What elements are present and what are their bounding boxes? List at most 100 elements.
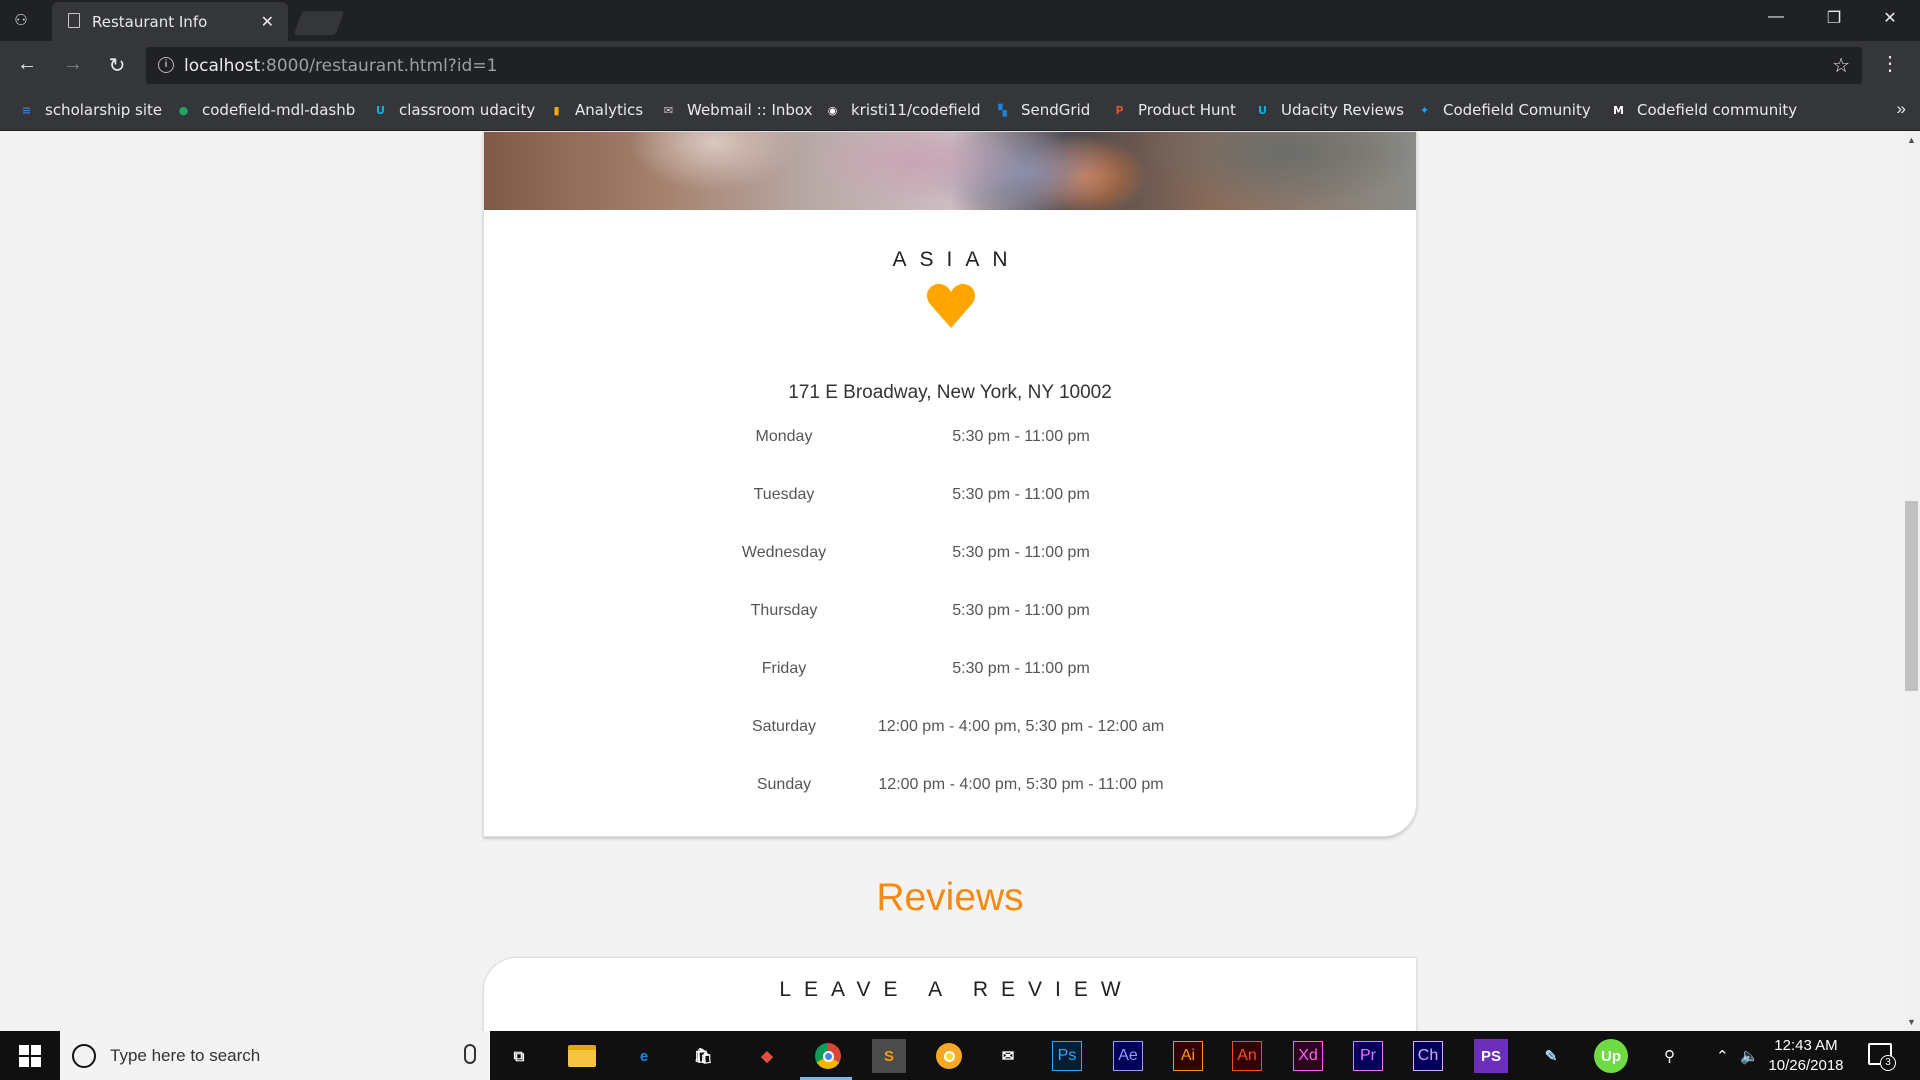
- reload-icon[interactable]: ↻: [104, 53, 130, 78]
- hours-row: Monday 5:30 pm - 11:00 pm: [484, 428, 1416, 458]
- bookmark-item[interactable]: M Codefield community: [1610, 99, 1797, 121]
- favorite-heart-icon[interactable]: [926, 284, 976, 328]
- bookmarks-bar: ≡ scholarship site ● codefield-mdl-dashb Ucl…: [0, 90, 1920, 131]
- page-viewport: ASIAN 171 E Broadway, New York, NY 10002…: [0, 131, 1920, 1031]
- bookmark-item[interactable]: U Udacity Reviews: [1254, 99, 1404, 121]
- minimize-button[interactable]: —: [1756, 8, 1796, 26]
- sublime-icon[interactable]: S: [872, 1039, 906, 1073]
- file-explorer-icon[interactable]: [565, 1039, 599, 1073]
- restaurant-photo: [484, 132, 1416, 210]
- clock-time: 12:43 AM: [1774, 1037, 1838, 1054]
- twitter-icon: ✦: [1419, 103, 1430, 117]
- mail-app-icon[interactable]: ✉: [991, 1039, 1025, 1073]
- back-icon[interactable]: ←: [14, 53, 40, 76]
- hours-time: 5:30 pm - 11:00 pm: [952, 428, 1090, 445]
- illustrator-icon[interactable]: Ai: [1173, 1041, 1203, 1071]
- close-window-button[interactable]: ✕: [1870, 8, 1910, 28]
- mail-icon: ✉: [663, 103, 674, 117]
- restaurant-address: 171 E Broadway, New York, NY 10002: [788, 382, 1112, 403]
- menu-icon[interactable]: ⋮: [1880, 51, 1900, 76]
- bookmark-label: codefield-mdl-dashb: [202, 101, 356, 119]
- scrollbar-thumb[interactable]: [1905, 501, 1918, 691]
- udacity-icon: U: [376, 103, 385, 117]
- bookmark-item[interactable]: ● codefield-mdl-dashb: [175, 99, 356, 121]
- store-icon[interactable]: 🛍: [686, 1039, 720, 1073]
- bookmarks-overflow-icon[interactable]: »: [1897, 99, 1906, 119]
- analytics-icon: ▮: [553, 103, 560, 117]
- hours-time: 12:00 pm - 4:00 pm, 5:30 pm - 11:00 pm: [878, 776, 1164, 793]
- tab-title: Restaurant Info: [92, 13, 208, 31]
- task-view-icon[interactable]: ⧉: [502, 1039, 536, 1073]
- new-tab-button[interactable]: [293, 11, 345, 35]
- bookmark-label: classroom udacity: [399, 101, 536, 119]
- character-animator-icon[interactable]: Ch: [1413, 1041, 1443, 1071]
- bookmark-item[interactable]: P Product Hunt: [1111, 99, 1236, 121]
- notepad-icon[interactable]: ✎: [1534, 1039, 1568, 1073]
- leave-review-heading: LEAVE A REVIEW: [779, 978, 1134, 1001]
- leave-review-card: LEAVE A REVIEW: [483, 957, 1417, 1031]
- bookmark-label: Udacity Reviews: [1281, 101, 1404, 119]
- bookmark-item[interactable]: Uclassroom udacity: [372, 99, 535, 121]
- photoshop-icon[interactable]: Ps: [1052, 1041, 1082, 1071]
- page-scrollbar[interactable]: ▲ ▼: [1903, 131, 1920, 1031]
- hours-row: Thursday 5:30 pm - 11:00 pm: [484, 602, 1416, 632]
- page-icon: [68, 13, 80, 28]
- taskbar-clock[interactable]: 12:43 AM 10/26/2018: [1756, 1036, 1856, 1076]
- animate-icon[interactable]: An: [1232, 1041, 1262, 1071]
- medium-icon: M: [1613, 103, 1624, 117]
- bookmark-label: Codefield Comunity: [1443, 101, 1591, 119]
- browser-navbar: ← → ↻ i localhost:8000/restaurant.html?i…: [0, 41, 1920, 90]
- hours-row: Wednesday 5:30 pm - 11:00 pm: [484, 544, 1416, 574]
- restore-button[interactable]: ❐: [1814, 8, 1854, 28]
- url-text[interactable]: localhost:8000/restaurant.html?id=1: [184, 56, 497, 76]
- address-bar[interactable]: i localhost:8000/restaurant.html?id=1 ☆: [146, 47, 1862, 84]
- bookmark-label: Product Hunt: [1138, 101, 1236, 119]
- taskbar-search[interactable]: Type here to search: [60, 1031, 490, 1080]
- info-icon[interactable]: i: [158, 57, 174, 73]
- bookmark-item[interactable]: ≡ scholarship site: [18, 99, 162, 121]
- git-icon[interactable]: ◆: [750, 1039, 784, 1073]
- bookmark-star-icon[interactable]: ☆: [1832, 53, 1850, 78]
- hours-row: Sunday 12:00 pm - 4:00 pm, 5:30 pm - 11:0…: [484, 776, 1416, 806]
- edge-icon[interactable]: e: [627, 1039, 661, 1073]
- search-placeholder: Type here to search: [110, 1046, 261, 1065]
- tray-chevron-icon[interactable]: ⌃: [1716, 1031, 1729, 1080]
- bookmark-item[interactable]: ◉ kristi11/codefield: [824, 99, 981, 121]
- after-effects-icon[interactable]: Ae: [1113, 1041, 1143, 1071]
- scroll-up-icon[interactable]: ▲: [1907, 135, 1916, 145]
- people-icon[interactable]: ⚲: [1664, 1031, 1675, 1080]
- incognito-icon: ⚇: [14, 12, 28, 29]
- udacity-icon: U: [1258, 103, 1267, 117]
- bookmark-label: scholarship site: [45, 101, 163, 119]
- browser-titlebar: ⚇ Restaurant Info ✕ — ❐ ✕: [0, 0, 1920, 41]
- bookmark-label: Analytics: [575, 101, 644, 119]
- bookmark-item[interactable]: ▚ SendGrid: [994, 99, 1090, 121]
- close-tab-icon[interactable]: ✕: [261, 12, 274, 32]
- bookmark-item[interactable]: ✉ Webmail :: Inbox: [660, 99, 813, 121]
- hours-row: Saturday 12:00 pm - 4:00 pm, 5:30 pm - 12…: [484, 718, 1416, 748]
- clock-date: 10/26/2018: [1768, 1057, 1844, 1074]
- scroll-down-icon[interactable]: ▼: [1907, 1017, 1916, 1027]
- cortana-icon: [72, 1044, 96, 1068]
- github-icon: ◉: [827, 103, 838, 117]
- bookmark-item[interactable]: ✦ Codefield Comunity: [1416, 99, 1591, 121]
- hours-time: 5:30 pm - 11:00 pm: [952, 660, 1090, 677]
- xd-icon[interactable]: Xd: [1293, 1041, 1323, 1071]
- microphone-icon[interactable]: [464, 1044, 476, 1064]
- windows-taskbar: Type here to search ⚲ ⌃ 🔈 12:43 AM 10/26…: [0, 1031, 1920, 1080]
- phpstorm-icon[interactable]: PS: [1474, 1039, 1508, 1073]
- bookmark-label: Webmail :: Inbox: [687, 101, 813, 119]
- windows-logo-icon: [19, 1044, 41, 1067]
- tab-restaurant-info[interactable]: Restaurant Info ✕: [52, 2, 288, 41]
- bookmark-item[interactable]: ▮ Analytics: [548, 99, 643, 121]
- forward-icon[interactable]: →: [60, 53, 86, 76]
- start-button[interactable]: [0, 1031, 60, 1080]
- premiere-icon[interactable]: Pr: [1353, 1041, 1383, 1071]
- reviews-heading: Reviews: [876, 876, 1024, 919]
- restaurant-card: ASIAN 171 E Broadway, New York, NY 10002…: [483, 131, 1417, 837]
- sendgrid-icon: ▚: [998, 103, 1007, 117]
- chrome-icon[interactable]: [811, 1039, 845, 1073]
- chrome-canary-icon[interactable]: [932, 1039, 966, 1073]
- upwork-icon[interactable]: Up: [1594, 1039, 1628, 1073]
- bookmark-label: kristi11/codefield: [851, 101, 981, 119]
